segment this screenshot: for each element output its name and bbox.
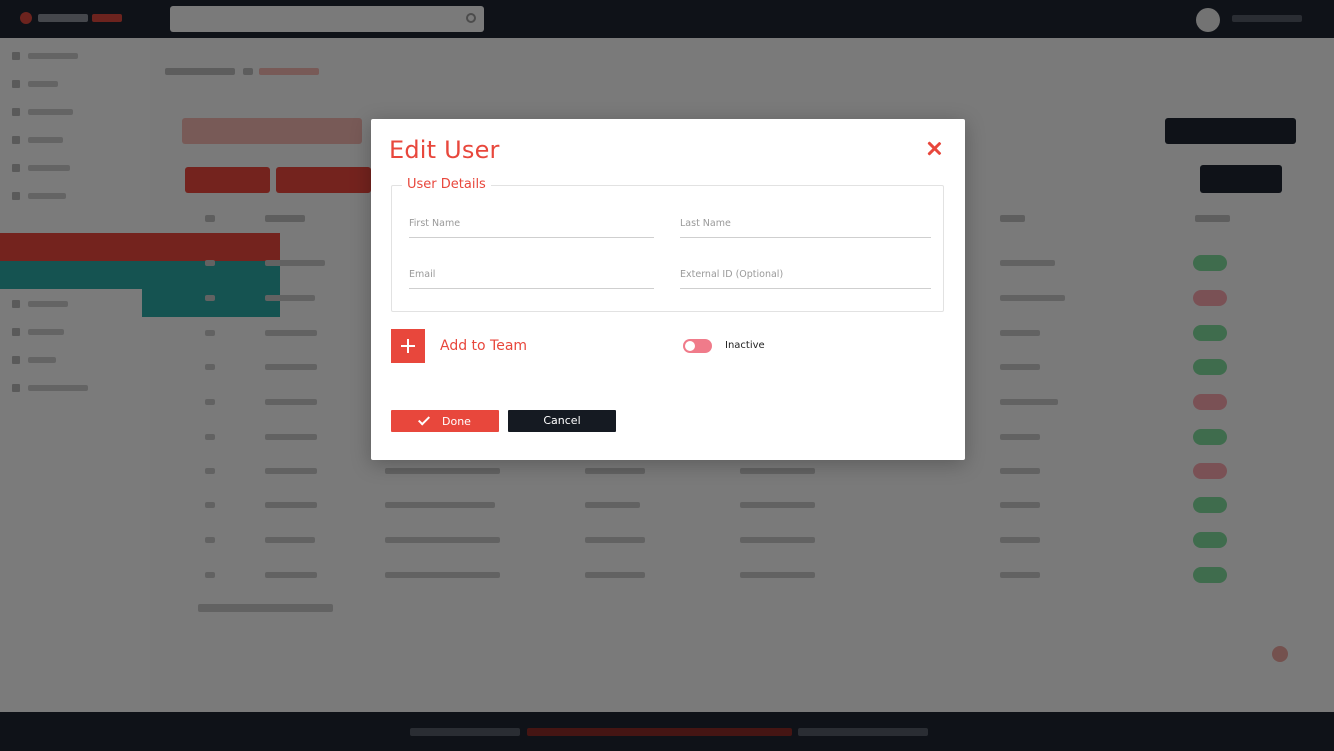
add-to-team-button[interactable] <box>391 329 425 363</box>
fieldset-legend: User Details <box>402 177 491 193</box>
email-input[interactable] <box>409 261 654 287</box>
status-toggle-label: Inactive <box>725 340 765 351</box>
first-name-field <box>409 210 654 238</box>
add-to-team-label[interactable]: Add to Team <box>440 338 527 354</box>
cancel-button[interactable]: Cancel <box>508 410 616 432</box>
first-name-input[interactable] <box>409 210 654 236</box>
done-button-label: Done <box>442 415 471 428</box>
check-icon <box>417 413 431 426</box>
last-name-input[interactable] <box>680 210 931 236</box>
edit-user-modal: Edit User User Details Add to Team Inact… <box>371 119 965 460</box>
status-toggle[interactable] <box>683 339 712 353</box>
user-details-fieldset: User Details <box>391 177 944 312</box>
last-name-field <box>680 210 931 238</box>
email-field <box>409 261 654 289</box>
done-button[interactable]: Done <box>391 410 499 432</box>
external-id-input[interactable] <box>680 261 931 287</box>
external-id-field <box>680 261 931 289</box>
toggle-knob <box>685 341 695 351</box>
close-icon[interactable] <box>924 139 944 159</box>
modal-title: Edit User <box>389 136 500 164</box>
